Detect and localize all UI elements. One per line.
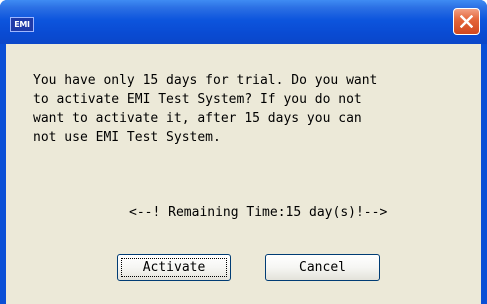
close-icon [460, 15, 473, 28]
activate-button[interactable]: Activate [117, 254, 231, 281]
cancel-button-label: Cancel [299, 260, 346, 275]
dialog-body: You have only 15 days for trial. Do you … [6, 44, 481, 304]
close-button[interactable] [453, 8, 480, 35]
focus-rectangle [121, 258, 227, 277]
remaining-time-label: <--! Remaining Time:15 day(s)!--> [129, 205, 388, 220]
trial-message: You have only 15 days for trial. Do you … [33, 73, 378, 145]
title-bar[interactable]: EMI [0, 0, 487, 44]
dialog-window: EMI You have only 15 days for trial. Do … [0, 0, 487, 304]
cancel-button[interactable]: Cancel [265, 254, 380, 281]
app-icon: EMI [10, 17, 34, 32]
